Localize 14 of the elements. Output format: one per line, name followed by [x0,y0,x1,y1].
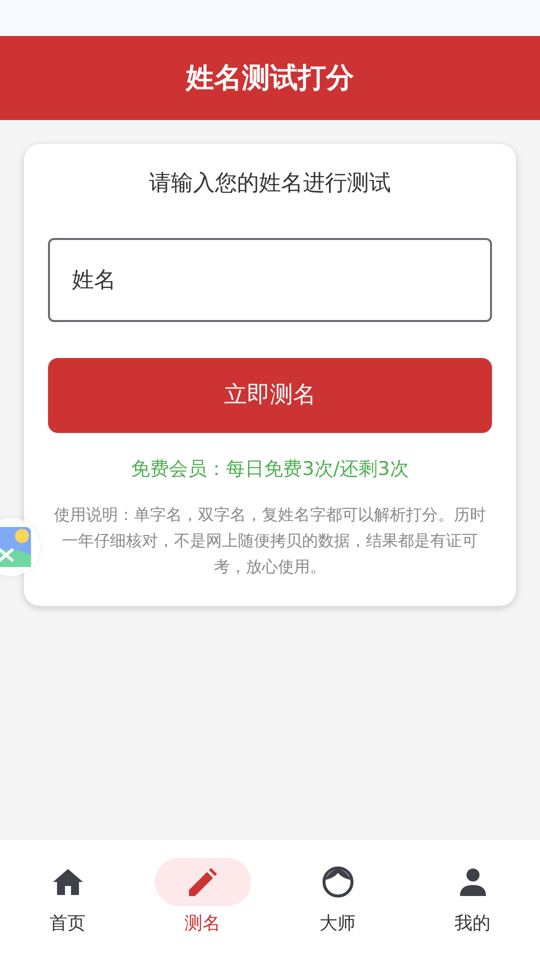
prompt-text: 请输入您的姓名进行测试 [148,170,392,198]
pencil-icon [188,868,216,896]
home-icon [52,869,82,895]
tab-item[interactable]: 首页 [20,858,116,937]
quota-text: 免费会员：每日免费3次/还剩3次 [130,457,410,482]
head-icon [322,866,354,898]
instructions-text: 使用说明：单字名，双字名，复姓名字都可以解析打分。历时一年仔细核对，不是网上随便拷贝的数据，结果都是有证可考，放心使用。 [53,504,487,578]
submit-button[interactable]: 立即测名 [48,358,492,433]
image-icon[interactable] [0,527,31,567]
person-icon [460,868,486,896]
page-title: 姓名测试打分 [186,60,354,96]
tab-item[interactable]: 大师 [290,858,386,937]
name-input-field[interactable]: 姓名 [48,238,492,322]
tab-item[interactable]: 我的 [424,858,520,937]
